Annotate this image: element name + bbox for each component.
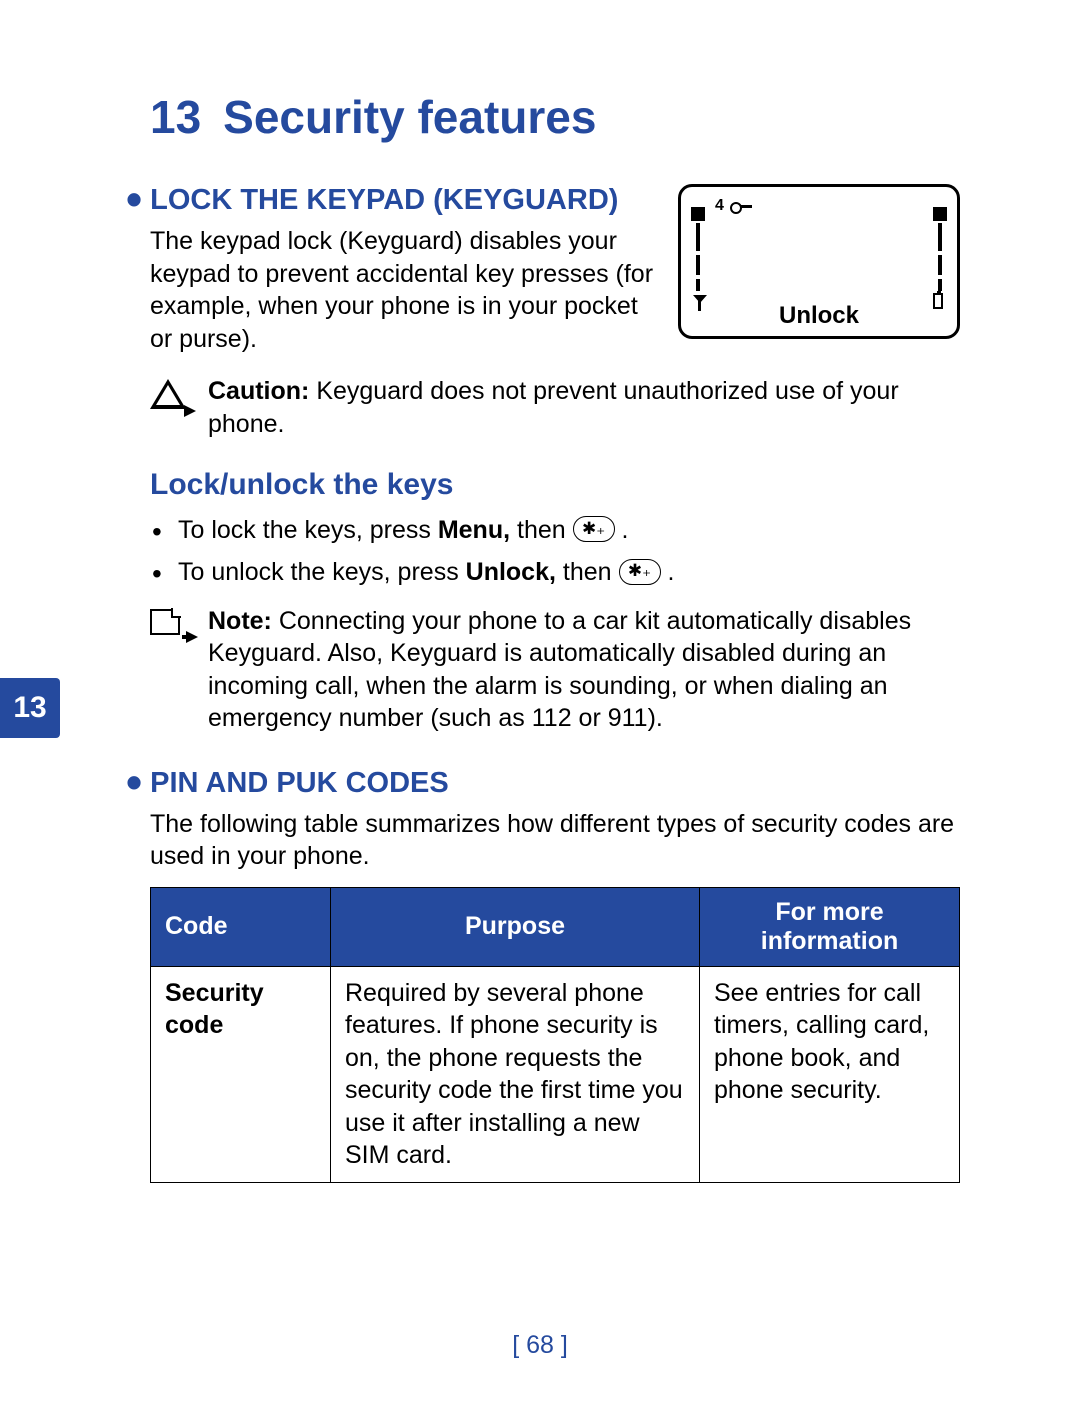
chapter-title: 13 Security features <box>150 90 960 144</box>
right-status-bar-icon <box>931 207 949 317</box>
caution-text: Caution: Keyguard does not prevent unaut… <box>208 375 960 440</box>
caution-icon <box>150 379 190 415</box>
sub-heading-lock-unlock: Lock/unlock the keys <box>150 468 960 502</box>
unlock-instruction: To unlock the keys, press Unlock, then ✱… <box>178 554 960 590</box>
cell-info: See entries for call timers, calling car… <box>700 966 960 1182</box>
chapter-title-text: Security features <box>223 91 596 143</box>
section-heading-text: PIN AND PUK CODES <box>150 767 449 800</box>
unlock-key-label: Unlock, <box>466 558 556 586</box>
note-icon <box>150 609 190 645</box>
text-fragment: To unlock the keys, press <box>178 558 466 586</box>
security-codes-table: Code Purpose For more information Securi… <box>150 887 960 1183</box>
text-fragment: then <box>556 558 619 586</box>
left-status-bar-icon <box>689 207 707 317</box>
section-heading-keyguard: • LOCK THE KEYPAD (KEYGUARD) <box>150 184 658 217</box>
table-row: Security code Required by several phone … <box>151 966 960 1182</box>
pin-puk-description: The following table summarizes how diffe… <box>150 808 960 873</box>
bullet-icon: • <box>126 188 142 210</box>
cell-code: Security code <box>151 966 331 1182</box>
text-fragment: . <box>661 558 675 586</box>
softkey-unlock-label: Unlock <box>681 302 957 330</box>
cell-purpose: Required by several phone features. If p… <box>331 966 700 1182</box>
header-info: For more information <box>700 887 960 966</box>
text-fragment: To lock the keys, press <box>178 516 438 544</box>
caution-label: Caution: <box>208 377 309 405</box>
caution-body: Keyguard does not prevent unauthorized u… <box>208 377 899 438</box>
page-number: [ 68 ] <box>0 1331 1080 1360</box>
table-header-row: Code Purpose For more information <box>151 887 960 966</box>
star-key-icon: ✱₊ <box>619 559 661 585</box>
note-text: Note: Connecting your phone to a car kit… <box>208 605 960 735</box>
chapter-number: 13 <box>150 91 201 143</box>
text-fragment: . <box>615 516 629 544</box>
key-lock-icon <box>730 201 752 211</box>
header-code: Code <box>151 887 331 966</box>
text-fragment: then <box>510 516 573 544</box>
note-body: Connecting your phone to a car kit autom… <box>208 607 911 733</box>
header-purpose: Purpose <box>331 887 700 966</box>
signal-strength-label: 4 <box>715 197 724 215</box>
menu-key-label: Menu, <box>438 516 510 544</box>
star-key-icon: ✱₊ <box>573 516 615 542</box>
section-heading-pin-puk: • PIN AND PUK CODES <box>150 767 960 800</box>
lock-instruction: To lock the keys, press Menu, then ✱₊ . <box>178 512 960 548</box>
chapter-side-tab: 13 <box>0 678 60 738</box>
section-heading-text: LOCK THE KEYPAD (KEYGUARD) <box>150 184 618 217</box>
phone-screen-illustration: 4 Unlock <box>678 184 960 339</box>
keyguard-description: The keypad lock (Keyguard) disables your… <box>150 225 658 355</box>
note-label: Note: <box>208 607 272 635</box>
bullet-icon: • <box>126 771 142 793</box>
